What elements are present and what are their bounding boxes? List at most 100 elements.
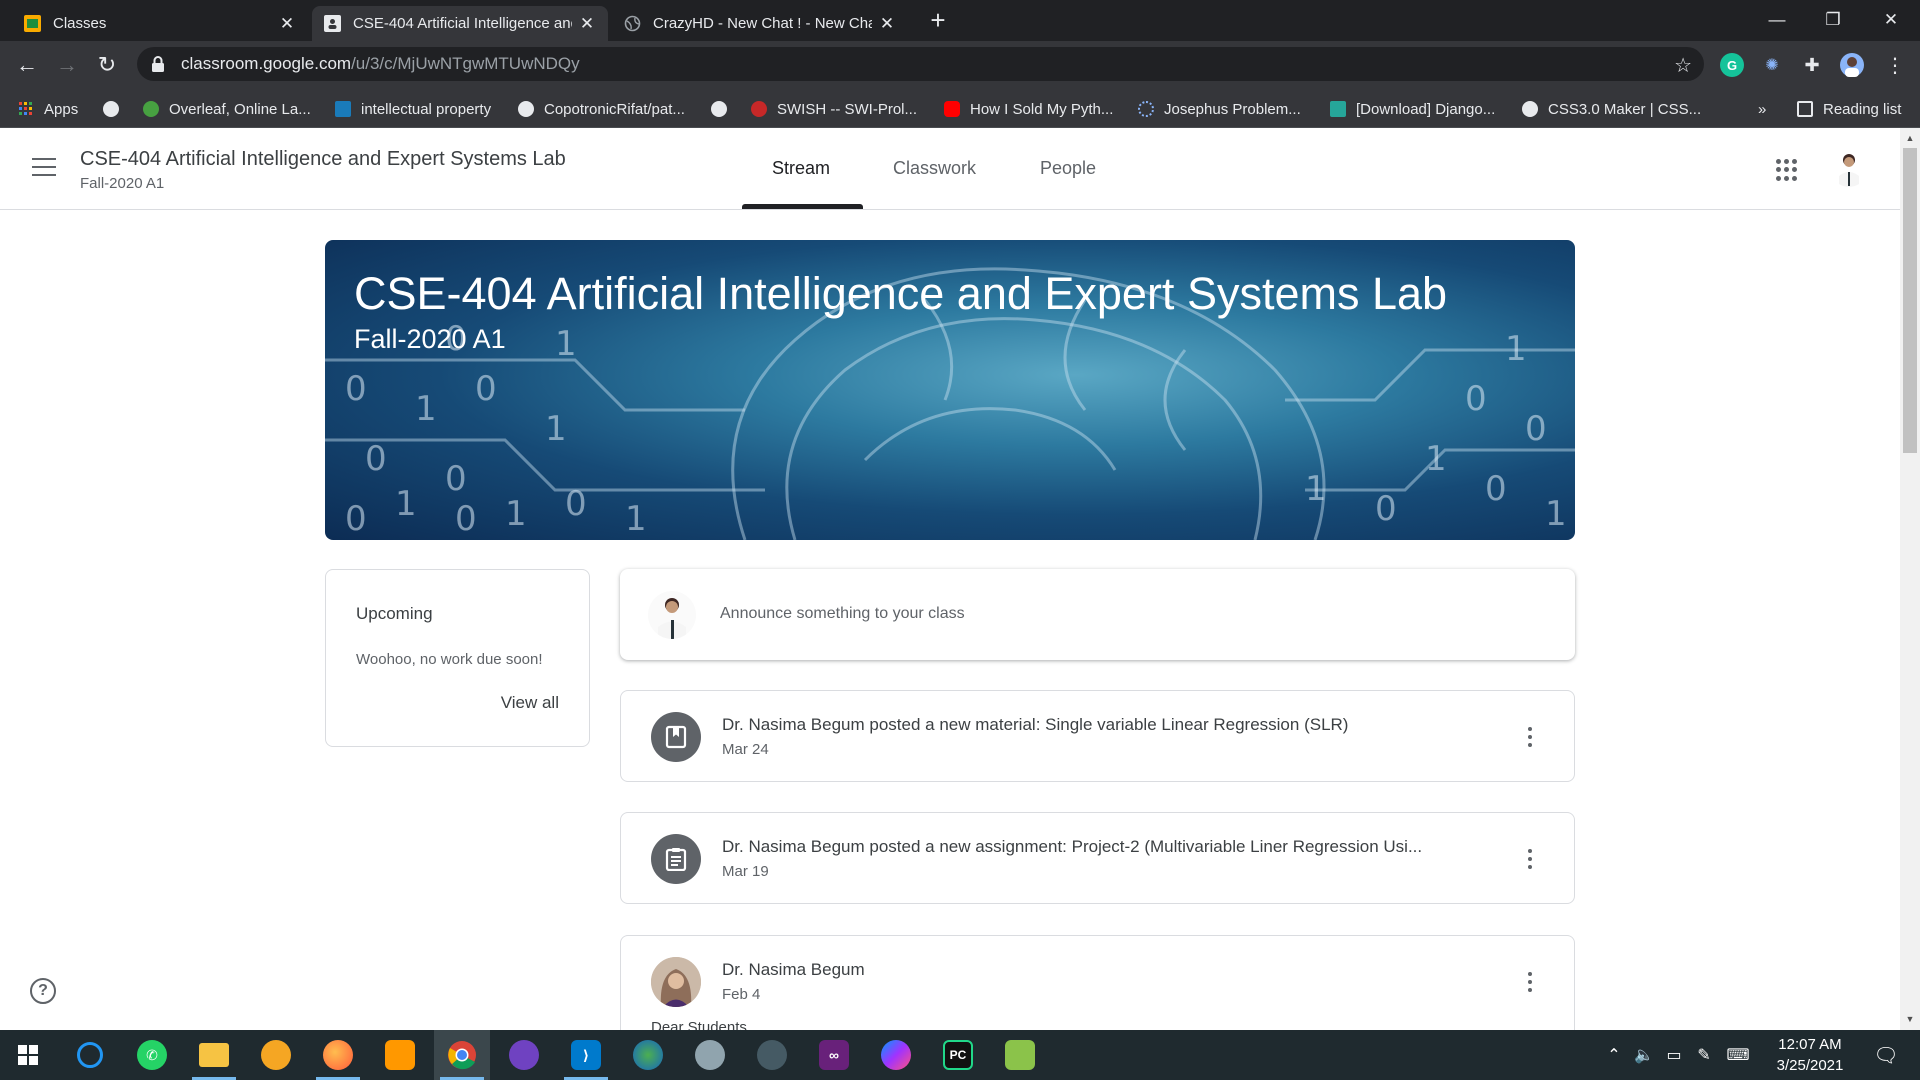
view-all-link[interactable]: View all xyxy=(501,693,559,713)
github-desktop-icon[interactable] xyxy=(496,1030,552,1080)
bookmark-youtube[interactable]: How I Sold My Pyth... xyxy=(944,98,1113,120)
svg-text:1: 1 xyxy=(555,324,577,364)
material-icon xyxy=(651,712,701,762)
svg-text:1: 1 xyxy=(1305,469,1327,509)
whatsapp-icon[interactable]: ✆ xyxy=(124,1030,180,1080)
reading-list-button[interactable]: Reading list xyxy=(1797,98,1901,120)
browser-tab-cse404[interactable]: CSE-404 Artificial Intelligence and ✕ xyxy=(312,6,608,41)
globe-icon xyxy=(103,101,119,117)
bookmark-intellectual-property[interactable]: intellectual property xyxy=(335,98,491,120)
browser-tab-classes[interactable]: Classes ✕ xyxy=(12,6,308,41)
notifications-icon[interactable]: 🗨 xyxy=(1866,1030,1906,1080)
google-apps-icon[interactable] xyxy=(1776,159,1798,181)
svg-text:0: 0 xyxy=(475,369,497,409)
address-bar[interactable]: classroom.google.com/u/3/c/MjUwNTgwMTUwN… xyxy=(137,47,1704,81)
messenger-icon[interactable] xyxy=(868,1030,924,1080)
minimize-icon[interactable]: — xyxy=(1752,0,1802,40)
stream-post[interactable]: Dr. Nasima Begum posted a new material: … xyxy=(620,690,1575,782)
bookmark-django[interactable]: [Download] Django... xyxy=(1330,98,1495,120)
firefox-icon[interactable] xyxy=(310,1030,366,1080)
bookmarks-overflow-button[interactable]: » xyxy=(1758,98,1766,120)
image-editor-icon[interactable] xyxy=(372,1030,428,1080)
windows-start-icon[interactable] xyxy=(0,1030,56,1080)
svg-text:1: 1 xyxy=(505,494,527,534)
more-options-icon[interactable] xyxy=(1528,727,1532,747)
bookmark-apps[interactable]: Apps xyxy=(18,98,78,120)
main-menu-icon[interactable] xyxy=(32,158,56,176)
bookmark-globe-2[interactable] xyxy=(711,98,727,120)
svg-text:0: 0 xyxy=(1375,489,1397,529)
svg-text:0: 0 xyxy=(565,484,587,524)
reload-icon[interactable]: ↻ xyxy=(92,50,122,80)
inkscape-icon[interactable] xyxy=(744,1030,800,1080)
tab-stream[interactable]: Stream xyxy=(772,158,830,179)
bookmark-css3-maker[interactable]: CSS3.0 Maker | CSS... xyxy=(1522,98,1701,120)
virtualbox-icon[interactable] xyxy=(682,1030,738,1080)
tray-overflow-chevron-icon[interactable]: ⌃ xyxy=(1600,1030,1628,1080)
grammarly-extension-icon[interactable]: G xyxy=(1720,53,1744,77)
close-tab-icon[interactable]: ✕ xyxy=(578,14,596,34)
more-options-icon[interactable] xyxy=(1528,972,1532,992)
extension-icon[interactable]: ✺ xyxy=(1760,53,1784,77)
help-icon[interactable]: ? xyxy=(30,978,56,1004)
vscode-icon[interactable]: ⟩ xyxy=(558,1030,614,1080)
clock-date: 3/25/2021 xyxy=(1776,1057,1844,1074)
svg-text:1: 1 xyxy=(545,409,567,449)
profile-avatar[interactable] xyxy=(1840,53,1864,77)
browser-tab-crazyhd[interactable]: CrazyHD - New Chat ! - New Cha ✕ xyxy=(612,6,908,41)
network-icon[interactable]: ▭ xyxy=(1660,1030,1688,1080)
bookmark-star-icon[interactable]: ☆ xyxy=(1674,53,1692,78)
url-path: /u/3/c/MjUwNTgwMTUwNDQy xyxy=(351,54,580,73)
tab-people[interactable]: People xyxy=(1040,158,1096,179)
keyboard-icon[interactable]: ⌨ xyxy=(1720,1030,1756,1080)
more-options-icon[interactable] xyxy=(1528,849,1532,869)
scroll-up-arrow-icon[interactable]: ▲ xyxy=(1903,133,1917,147)
extensions-puzzle-icon[interactable]: ✚ xyxy=(1800,53,1824,77)
pycharm-icon[interactable]: PC xyxy=(930,1030,986,1080)
forward-icon[interactable]: → xyxy=(52,50,82,80)
browser-menu-icon[interactable]: ⋮ xyxy=(1880,50,1910,80)
svg-text:0: 0 xyxy=(1525,409,1547,449)
globe-icon xyxy=(711,101,727,117)
upcoming-heading: Upcoming xyxy=(356,604,433,623)
pen-icon[interactable]: ✎ xyxy=(1690,1030,1718,1080)
stream-post[interactable]: Dr. Nasima Begum posted a new assignment… xyxy=(620,812,1575,904)
bookmark-overleaf[interactable]: Overleaf, Online La... xyxy=(143,98,311,120)
svg-text:0: 0 xyxy=(365,439,387,479)
post-title: Dr. Nasima Begum posted a new assignment… xyxy=(722,837,1423,856)
url-host: classroom.google.com xyxy=(181,54,352,73)
proton-vpn-icon[interactable] xyxy=(248,1030,304,1080)
classroom-class-icon xyxy=(324,15,341,32)
svg-text:1: 1 xyxy=(1505,329,1527,369)
bookmark-github[interactable]: CopotronicRifat/pat... xyxy=(518,98,685,120)
announce-box[interactable]: Announce something to your class xyxy=(620,569,1575,660)
scrollbar-thumb[interactable] xyxy=(1903,148,1917,453)
back-icon[interactable]: ← xyxy=(12,50,42,80)
post-date: Mar 19 xyxy=(722,863,769,880)
account-avatar[interactable] xyxy=(1830,149,1868,187)
visual-studio-icon[interactable]: ∞ xyxy=(806,1030,862,1080)
notepad-icon[interactable] xyxy=(992,1030,1048,1080)
new-tab-button[interactable]: + xyxy=(923,6,953,36)
close-window-icon[interactable]: ✕ xyxy=(1866,0,1916,40)
close-tab-icon[interactable]: ✕ xyxy=(878,14,896,34)
header-class-name[interactable]: CSE-404 Artificial Intelligence and Expe… xyxy=(80,148,566,171)
restore-icon[interactable]: ❐ xyxy=(1808,0,1858,40)
user-avatar xyxy=(648,591,696,639)
bookmark-globe[interactable] xyxy=(103,98,119,120)
svg-text:1: 1 xyxy=(1545,494,1567,534)
network-globe-icon[interactable] xyxy=(620,1030,676,1080)
overleaf-icon xyxy=(143,101,159,117)
volume-icon[interactable]: 🔈 xyxy=(1630,1030,1658,1080)
file-explorer-icon[interactable] xyxy=(186,1030,242,1080)
bookmark-swish[interactable]: SWISH -- SWI-Prol... xyxy=(751,98,917,120)
upcoming-card: Upcoming Woohoo, no work due soon! View … xyxy=(325,569,590,747)
bookmark-josephus[interactable]: Josephus Problem... xyxy=(1138,98,1301,120)
tab-classwork[interactable]: Classwork xyxy=(893,158,976,179)
close-tab-icon[interactable]: ✕ xyxy=(278,14,296,34)
cortana-search-icon[interactable] xyxy=(62,1030,118,1080)
system-clock[interactable]: 12:07 AM 3/25/2021 xyxy=(1760,1034,1860,1076)
scroll-down-arrow-icon[interactable]: ▼ xyxy=(1903,1014,1917,1028)
chrome-icon[interactable] xyxy=(434,1030,490,1080)
active-tab-indicator xyxy=(742,204,863,209)
